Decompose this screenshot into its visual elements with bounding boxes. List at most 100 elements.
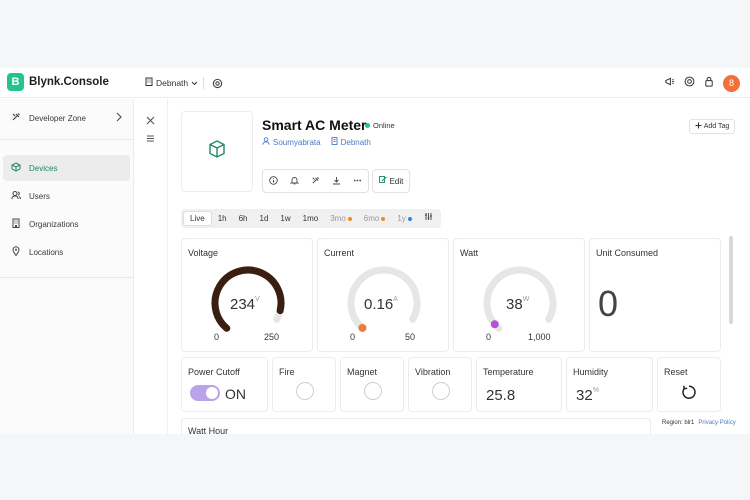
owner-link[interactable]: Soumyabrata	[262, 137, 321, 147]
led-card-fire: Fire	[272, 357, 336, 412]
tab-label: 1w	[280, 214, 291, 223]
tab-1y[interactable]: 1y	[391, 211, 417, 226]
org-name: Debnath	[340, 137, 371, 147]
menu-icon[interactable]	[146, 132, 155, 150]
gauge-min: 0	[214, 332, 220, 342]
tab-1w[interactable]: 1w	[274, 211, 296, 226]
power-cutoff-toggle[interactable]	[190, 385, 220, 401]
divider	[0, 277, 134, 278]
device-name: Smart AC Meter	[262, 117, 367, 133]
device-owner-info: Soumyabrata Debnath	[262, 137, 371, 147]
gauge-number: 234	[230, 296, 256, 313]
gauge-knob	[358, 323, 367, 332]
divider	[0, 139, 134, 140]
gauge-card-voltage: Voltage 234V 0 250	[181, 238, 313, 352]
tab-1h[interactable]: 1h	[212, 211, 233, 226]
sidebar-item-devices[interactable]: Devices	[3, 155, 130, 181]
gauge-min: 0	[350, 332, 356, 342]
switch-card-power-cutoff: Power Cutoff ON	[181, 357, 268, 412]
blynk-console-app: B Blynk.Console Debnath 8 Developer Zone…	[0, 68, 750, 434]
sliders-icon	[424, 211, 433, 226]
edit-label: Edit	[389, 176, 404, 186]
widget-title: Vibration	[415, 367, 451, 377]
device-image[interactable]	[181, 111, 253, 192]
humidity-value: 32%	[576, 387, 599, 404]
top-bar: B Blynk.Console Debnath 8	[0, 68, 750, 98]
value-card-temperature: Temperature 25.8	[476, 357, 562, 412]
tab-3mo[interactable]: 3mo	[324, 211, 358, 226]
region-label: Region: blr1	[662, 420, 695, 426]
gauge-max: 50	[405, 332, 416, 342]
lock-icon[interactable]	[704, 74, 714, 92]
gauge-card-watt: Watt 38W 0 1,000	[453, 238, 585, 352]
online-dot-icon	[365, 123, 370, 128]
page-background	[0, 434, 750, 500]
toggle-state: ON	[225, 386, 246, 402]
help-lifebuoy-icon[interactable]	[684, 74, 695, 92]
sidebar-item-users[interactable]: Users	[3, 183, 130, 209]
gauge-value: 38W	[506, 296, 529, 313]
gauge-max: 250	[264, 332, 280, 342]
brand-logo-icon[interactable]: B	[7, 73, 24, 91]
status-text: Online	[373, 121, 395, 130]
edit-dashboard-button[interactable]: Edit	[372, 169, 410, 193]
tab-label: 1mo	[302, 214, 319, 223]
sidebar: Developer Zone Devices Users Organizatio…	[0, 99, 134, 434]
user-icon	[262, 137, 270, 147]
privacy-policy-link[interactable]: Privacy Policy	[698, 420, 735, 426]
sidebar-item-label: Developer Zone	[29, 113, 86, 123]
sidebar-item-organizations[interactable]: Organizations	[3, 211, 130, 237]
tab-label: 1y	[397, 214, 406, 223]
reset-icon[interactable]	[681, 384, 697, 405]
tab-live[interactable]: Live	[183, 211, 212, 226]
avatar[interactable]: 8	[723, 74, 740, 92]
unit-consumed-value: 0	[598, 283, 619, 324]
footer: Region: blr1 Privacy Policy	[662, 420, 736, 426]
sidebar-item-label: Devices	[29, 163, 58, 173]
org-switcher[interactable]: Debnath	[145, 77, 198, 88]
tab-6mo[interactable]: 6mo	[358, 211, 392, 226]
bell-icon[interactable]	[284, 176, 305, 187]
chevron-down-icon	[191, 78, 198, 88]
gauge-max: 1,000	[528, 332, 551, 342]
sidebar-item-locations[interactable]: Locations	[3, 239, 130, 265]
brand-name[interactable]: Blynk.Console	[29, 76, 109, 88]
tab-1mo[interactable]: 1mo	[297, 211, 325, 226]
tab-label: 6mo	[363, 214, 380, 223]
add-tag-button[interactable]: Add Tag	[689, 119, 735, 134]
temperature-value: 25.8	[486, 387, 516, 404]
panel-tools	[146, 114, 155, 150]
value-card-unit-consumed: Unit Consumed 0	[589, 238, 721, 352]
org-settings-icon[interactable]	[212, 76, 223, 94]
tools-icon	[11, 112, 21, 124]
building-icon	[11, 218, 21, 230]
org-link[interactable]: Debnath	[331, 137, 371, 147]
tools-icon[interactable]	[305, 176, 326, 187]
gauge-unit: V	[255, 296, 260, 303]
tab-6h[interactable]: 6h	[233, 211, 254, 226]
tab-label: 1h	[217, 214, 227, 223]
widget-title: Fire	[279, 367, 295, 377]
divider	[167, 99, 168, 434]
tab-label: 1d	[259, 214, 269, 223]
led-indicator-icon	[296, 382, 314, 400]
download-icon[interactable]	[326, 176, 347, 187]
megaphone-icon[interactable]	[664, 74, 675, 92]
info-icon[interactable]	[263, 175, 284, 187]
tab-custom-range[interactable]	[418, 211, 439, 226]
gauge-card-current: Current 0.16A 0 50	[317, 238, 449, 352]
time-range-tabs: Live 1h 6h 1d 1w 1mo 3mo 6mo 1y	[181, 209, 441, 228]
close-icon[interactable]	[146, 114, 155, 132]
chart-card-watt-hour: Watt Hour	[181, 418, 651, 434]
scrollbar[interactable]	[729, 236, 733, 324]
led-indicator-icon	[364, 382, 382, 400]
widget-title: Power Cutoff	[188, 367, 240, 377]
more-icon[interactable]	[347, 176, 368, 187]
led-card-magnet: Magnet	[340, 357, 404, 412]
tab-1d[interactable]: 1d	[254, 211, 275, 226]
org-name: Debnath	[156, 77, 189, 88]
top-right-actions: 8	[664, 74, 740, 92]
sidebar-item-developer-zone[interactable]: Developer Zone	[3, 105, 130, 131]
gauge-value: 0.16A	[364, 296, 398, 313]
chip-icon	[11, 162, 21, 174]
